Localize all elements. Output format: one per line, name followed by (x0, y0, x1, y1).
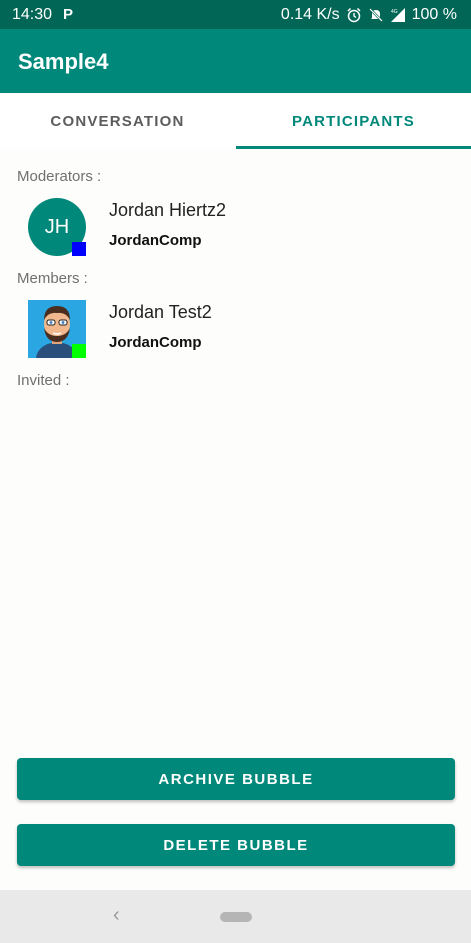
tab-bar: CONVERSATION PARTICIPANTS (0, 93, 471, 149)
avatar (28, 300, 86, 358)
app-bar: Sample4 (0, 29, 471, 93)
avatar-initials: JH (44, 215, 70, 238)
members-label: Members : (17, 270, 88, 287)
back-icon[interactable]: ‹ (113, 904, 120, 927)
tab-conversation[interactable]: CONVERSATION (0, 93, 235, 149)
tab-participants[interactable]: PARTICIPANTS (236, 93, 471, 149)
svg-text:4G: 4G (391, 9, 398, 15)
presence-indicator (72, 242, 86, 256)
active-tab-indicator (236, 146, 471, 149)
status-right-group: 0.14 K/s 4G 100 % (281, 6, 457, 24)
avatar: JH (28, 198, 86, 256)
presence-indicator (72, 344, 86, 358)
app-title: Sample4 (18, 49, 109, 74)
battery-level: 100 % (411, 6, 457, 23)
signal-icon: 4G (390, 8, 405, 22)
participant-company: JordanComp (109, 334, 202, 351)
participant-name: Jordan Hiertz2 (109, 200, 227, 220)
alarm-icon (347, 7, 361, 23)
home-pill-icon[interactable] (220, 912, 252, 922)
status-bar: 14:30 P 0.14 K/s 4G 100 % (0, 0, 471, 29)
parking-app-icon: P (63, 6, 74, 23)
archive-bubble-button[interactable]: ARCHIVE BUBBLE (17, 758, 455, 800)
participant-company: JordanComp (109, 232, 202, 249)
system-nav-bar: ‹ (0, 890, 471, 943)
network-speed: 0.14 K/s (280, 6, 340, 23)
moderators-label: Moderators : (17, 168, 102, 185)
status-time: 14:30 (12, 6, 53, 23)
participant-row-member[interactable]: Jordan Test2 JordanComp (0, 300, 471, 370)
invited-label: Invited : (17, 372, 70, 389)
delete-bubble-button[interactable]: DELETE BUBBLE (17, 824, 455, 866)
mute-icon (368, 8, 383, 22)
tab-participants-label: PARTICIPANTS (291, 112, 415, 130)
tab-conversation-label: CONVERSATION (50, 112, 185, 130)
participant-name: Jordan Test2 (109, 302, 212, 322)
participant-row-moderator[interactable]: JH Jordan Hiertz2 JordanComp (0, 198, 471, 268)
